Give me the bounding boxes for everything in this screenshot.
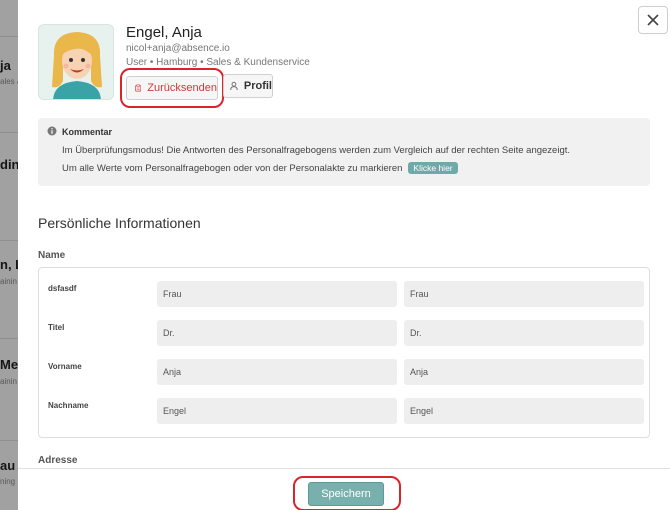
title-field-questionnaire[interactable]: Dr. (404, 320, 644, 346)
comment-box: Kommentar Im Überprüfungsmodus! Die Antw… (38, 118, 650, 186)
clipboard-icon (135, 84, 142, 92)
close-icon (647, 14, 659, 26)
return-button-label: Zurücksenden (147, 82, 217, 94)
field-label-first-name: Vorname (48, 362, 82, 371)
employee-email: nicol+anja@absence.io (126, 43, 230, 54)
last-name-field-questionnaire[interactable]: Engel (404, 398, 644, 424)
comment-mark-all-text: Um alle Werte vom Personalfragebogen ode… (62, 163, 403, 174)
user-icon (230, 81, 238, 90)
group-label-name: Name (38, 250, 66, 261)
review-modal: Engel, Anja nicol+anja@absence.io User •… (18, 0, 670, 510)
profile-button[interactable]: Profil (223, 74, 273, 98)
salutation-field-questionnaire[interactable]: Frau (404, 281, 644, 307)
avatar-illustration-icon (39, 25, 113, 99)
employee-name: Engel, Anja (126, 24, 202, 41)
name-fields-card: dsfasdf Frau Frau Titel Dr. Dr. Vorname … (38, 267, 650, 438)
first-name-field-record[interactable]: Anja (157, 359, 397, 385)
return-button[interactable]: Zurücksenden (126, 76, 218, 100)
comment-text-mark-all: Um alle Werte vom Personalfragebogen ode… (62, 162, 458, 174)
save-button[interactable]: Speichern (308, 482, 384, 506)
group-label-address: Adresse (38, 455, 78, 466)
salutation-field-record[interactable]: Frau (157, 281, 397, 307)
first-name-field-questionnaire[interactable]: Anja (404, 359, 644, 385)
field-label-title: Titel (48, 323, 65, 332)
last-name-field-record[interactable]: Engel (157, 398, 397, 424)
field-label-salutation: dsfasdf (48, 284, 77, 293)
field-label-last-name: Nachname (48, 401, 89, 410)
info-icon (47, 126, 57, 136)
click-here-button[interactable]: Klicke hier (408, 162, 458, 174)
close-button[interactable] (638, 6, 668, 34)
profile-button-label: Profil (243, 80, 272, 92)
section-title: Persönliche Informationen (38, 215, 201, 231)
title-field-record[interactable]: Dr. (157, 320, 397, 346)
comment-text: Im Überprüfungsmodus! Die Antworten des … (62, 145, 571, 156)
comment-title: Kommentar (62, 127, 113, 137)
modal-footer: Speichern (18, 468, 670, 510)
employee-meta: User • Hamburg • Sales & Kundenservice (126, 57, 310, 68)
avatar (38, 24, 114, 100)
